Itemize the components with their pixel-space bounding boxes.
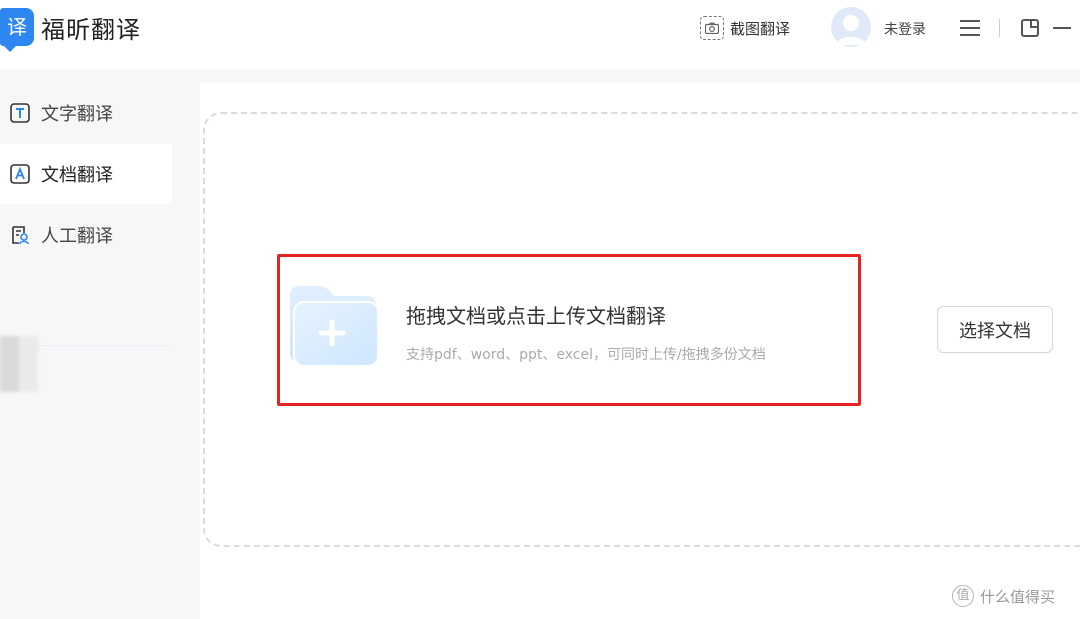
avatar[interactable] — [831, 7, 871, 47]
watermark-text: 什么值得买 — [980, 587, 1056, 606]
sidebar-item-label: 人工翻译 — [41, 226, 113, 247]
minimize-icon[interactable] — [1053, 27, 1071, 29]
annotation-highlight-box — [277, 254, 861, 406]
restore-icon[interactable] — [1021, 19, 1039, 41]
menu-icon[interactable] — [960, 19, 980, 41]
app-title: 福昕翻译 — [41, 16, 141, 44]
sidebar-item-label: 文字翻译 — [41, 104, 113, 125]
title-bar: 译 福昕翻译 截图翻译 未登录 — [0, 0, 1080, 70]
camera-icon — [700, 16, 724, 40]
sidebar-item-human-translate[interactable]: 人工翻译 — [0, 205, 172, 265]
screenshot-translate-label: 截图翻译 — [730, 19, 791, 38]
blurred-region — [0, 336, 38, 392]
sidebar-item-document-translate[interactable]: 文档翻译 — [0, 144, 172, 204]
watermark-logo-icon: 值 — [952, 585, 974, 607]
app-logo: 译 — [0, 8, 34, 52]
sidebar-item-label: 文档翻译 — [41, 165, 113, 186]
text-t-icon — [10, 103, 30, 123]
header-divider — [999, 19, 1000, 37]
sidebar-item-text-translate[interactable]: 文字翻译 — [0, 83, 172, 143]
human-translate-icon — [10, 225, 30, 245]
watermark: 值 什么值得买 — [952, 585, 1055, 607]
screenshot-translate-button[interactable]: 截图翻译 — [700, 15, 790, 41]
document-a-icon — [10, 164, 30, 184]
select-document-button[interactable]: 选择文档 — [937, 306, 1053, 353]
login-status[interactable]: 未登录 — [884, 19, 926, 39]
